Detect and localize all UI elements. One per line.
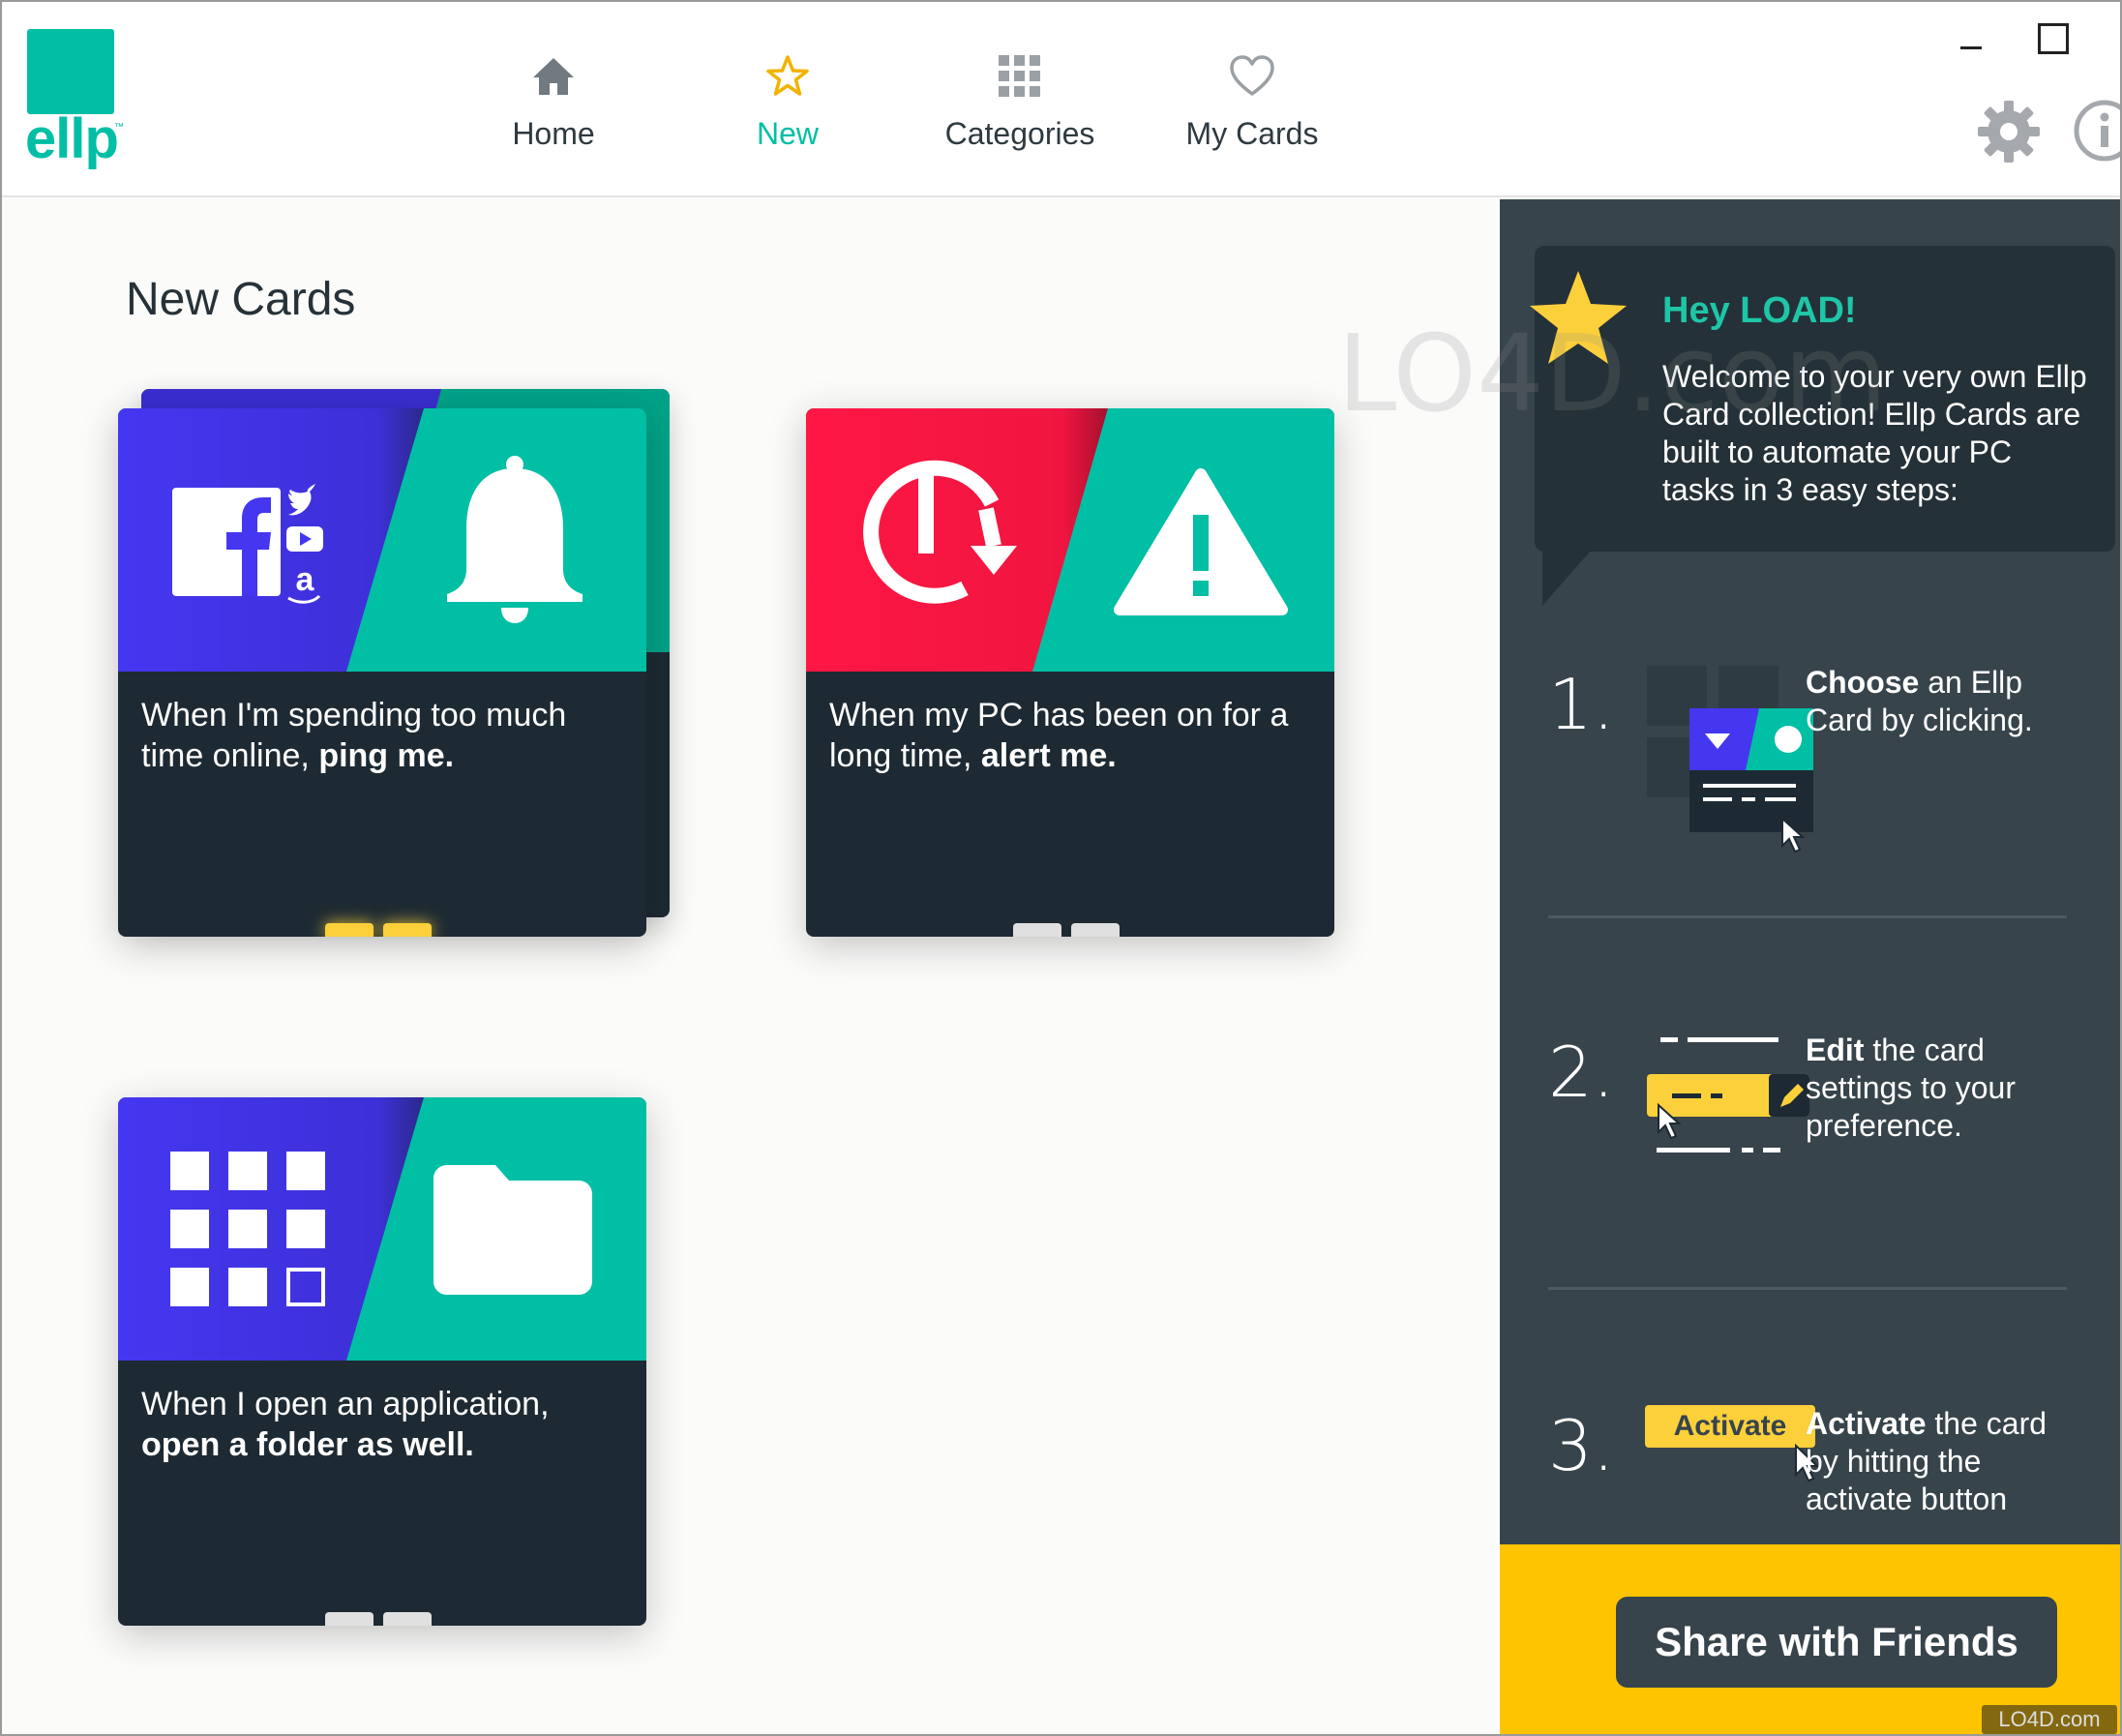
greeting-title: Hey LOAD! — [1662, 290, 1857, 331]
grid-icon — [999, 55, 1040, 97]
step-3: 3. Activate Activate the card by hitting… — [1548, 1405, 2090, 1550]
step-divider — [1548, 1287, 2067, 1290]
nav-categories[interactable]: Categories — [923, 52, 1117, 168]
heart-icon — [1230, 55, 1274, 96]
app-window: ellp ™ Home New Categories My Cards New … — [0, 0, 2122, 1736]
gear-icon[interactable] — [1976, 99, 2042, 165]
svg-text:a: a — [296, 561, 315, 598]
nav-my-cards-label: My Cards — [1185, 116, 1319, 151]
nav-my-cards[interactable]: My Cards — [1155, 52, 1349, 168]
nav-home[interactable]: Home — [457, 52, 650, 168]
card-tabs — [1013, 919, 1129, 937]
step-number: 3. — [1548, 1405, 1615, 1486]
home-icon — [533, 58, 574, 95]
star-icon — [1530, 271, 1627, 364]
page-title: New Cards — [126, 274, 356, 325]
step-text: Choose an Ellp Card by clicking. — [1806, 665, 2033, 737]
top-bar: ellp ™ Home New Categories My Cards — [2, 2, 2122, 197]
card-text: When I open an application, — [141, 1386, 550, 1422]
logo-square — [27, 29, 114, 114]
choose-card-icon — [1647, 666, 1813, 853]
nav-new[interactable]: New — [691, 52, 884, 168]
logo-trademark: ™ — [114, 122, 124, 133]
star-outline-icon — [766, 55, 809, 96]
card-art: a — [118, 408, 646, 672]
card-description: When my PC has been on for a long time, … — [829, 695, 1313, 776]
ellp-logo[interactable]: ellp ™ — [25, 29, 124, 172]
nav-categories-label: Categories — [944, 116, 1095, 151]
nav-new-label: New — [756, 116, 819, 151]
greeting-text: Welcome to your very own Ellp Card colle… — [1662, 359, 2087, 507]
share-with-friends-button[interactable]: Share with Friends — [1616, 1597, 2057, 1688]
card-text-bold: ping me. — [318, 737, 455, 774]
card-art — [806, 408, 1334, 672]
welcome-panel: Hey LOAD! Welcome to your very own Ellp … — [1500, 199, 2120, 1734]
card-text-bold: alert me. — [980, 737, 1117, 774]
step-text: Activate the card by hitting the activat… — [1806, 1406, 2047, 1516]
watermark-badge: LO4D.com — [1982, 1705, 2117, 1734]
step-number: 2. — [1548, 1032, 1615, 1113]
card-tabs — [325, 1608, 441, 1626]
minimize-icon[interactable] — [1957, 23, 1989, 56]
nav-home-label: Home — [512, 116, 595, 151]
card-description: When I'm spending too much time online, … — [141, 695, 625, 776]
bubble-tail — [1542, 528, 1610, 606]
step-2: 2. Edit the card settings to your prefer… — [1548, 1032, 2090, 1225]
info-icon[interactable] — [2073, 99, 2122, 163]
card-pc-uptime[interactable]: When my PC has been on for a long time, … — [806, 408, 1334, 937]
card-text-bold: open a folder as well. — [141, 1426, 474, 1463]
edit-settings-icon — [1647, 1037, 1809, 1152]
logo-text: ellp — [25, 107, 119, 170]
card-online-time[interactable]: a When I'm spending too much time online… — [118, 408, 646, 937]
activate-chip: Activate — [1645, 1405, 1815, 1448]
step-text: Edit the card settings to your preferenc… — [1806, 1033, 2016, 1143]
step-1: 1. Choose an Ellp Card by clicking. — [1548, 664, 2090, 857]
folder-icon — [433, 1165, 592, 1295]
card-description: When I open an application, open a folde… — [141, 1384, 625, 1465]
maximize-icon[interactable] — [2038, 23, 2069, 54]
card-open-folder[interactable]: When I open an application, open a folde… — [118, 1097, 646, 1626]
card-tabs — [325, 919, 441, 937]
step-divider — [1548, 915, 2067, 918]
step-number: 1. — [1548, 664, 1615, 745]
main-content: New Cards a When I'm spending too much t… — [2, 199, 1500, 1734]
social-media-icons: a — [172, 484, 323, 604]
card-art — [118, 1097, 646, 1361]
